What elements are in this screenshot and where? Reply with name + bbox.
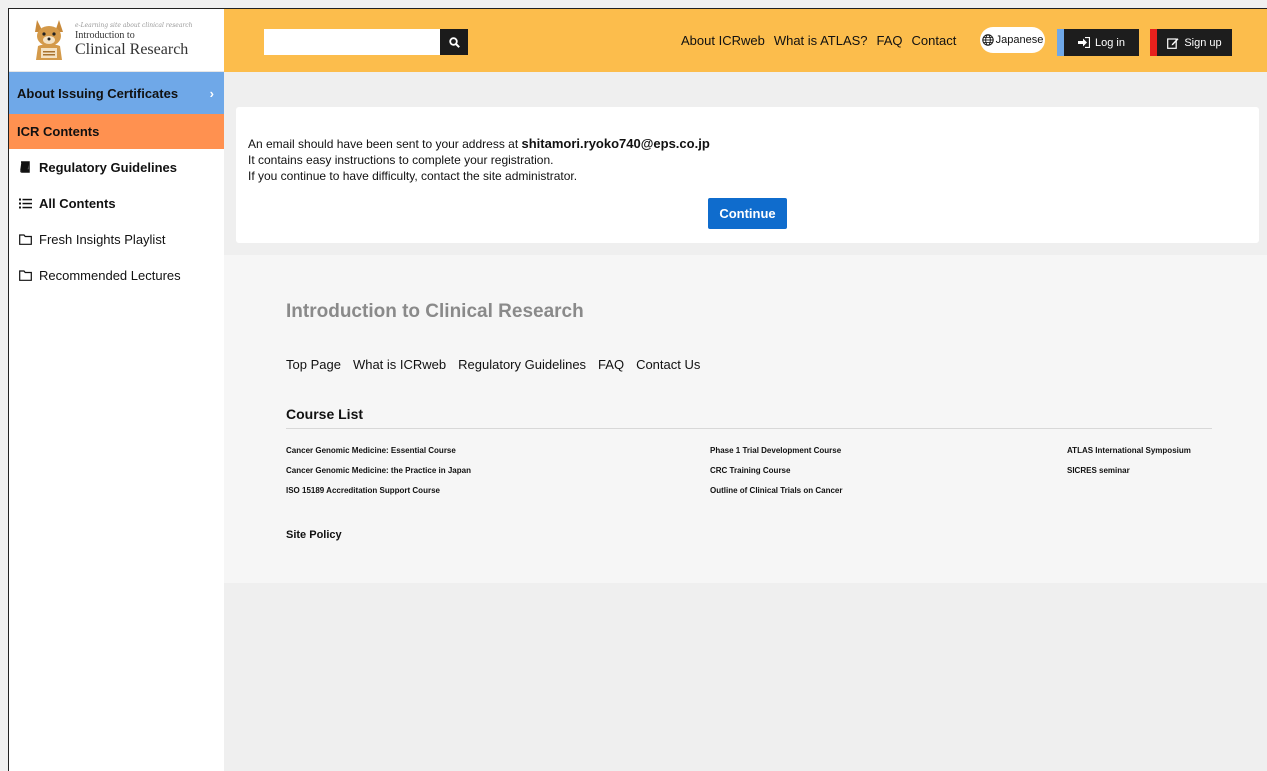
nav-link-contact[interactable]: Contact bbox=[912, 33, 957, 48]
app-frame: e-Learning site about clinical research … bbox=[8, 8, 1267, 771]
top-header: About ICRweb What is ATLAS? FAQ Contact … bbox=[224, 9, 1267, 72]
confirmation-message-card: An email should have been sent to your a… bbox=[236, 107, 1259, 243]
sidebar-item-label: All Contents bbox=[39, 195, 116, 211]
language-toggle[interactable]: Japanese bbox=[980, 27, 1045, 53]
footer-link-top-page[interactable]: Top Page bbox=[286, 357, 341, 372]
footer-link-faq[interactable]: FAQ bbox=[598, 357, 624, 372]
sign-in-icon bbox=[1078, 37, 1090, 48]
sidebar-item-recommended-lectures[interactable]: Recommended Lectures bbox=[9, 257, 224, 293]
message-line-1: An email should have been sent to your a… bbox=[248, 136, 1247, 152]
sidebar-item-label: About Issuing Certificates bbox=[17, 85, 179, 101]
continue-button[interactable]: Continue bbox=[708, 198, 787, 229]
footer-link-contact-us[interactable]: Contact Us bbox=[636, 357, 700, 372]
course-link[interactable]: SICRES seminar bbox=[1067, 461, 1191, 481]
folder-icon bbox=[18, 269, 32, 281]
login-label: Log in bbox=[1095, 36, 1125, 49]
sidebar-item-fresh-insights-playlist[interactable]: Fresh Insights Playlist bbox=[9, 221, 224, 257]
nav-link-faq[interactable]: FAQ bbox=[877, 33, 903, 48]
course-link[interactable]: ATLAS International Symposium bbox=[1067, 441, 1191, 461]
sidebar-item-regulatory-guidelines[interactable]: Regulatory Guidelines bbox=[9, 149, 224, 185]
course-link[interactable]: CRC Training Course bbox=[710, 461, 842, 481]
book-icon bbox=[18, 161, 32, 173]
site-policy-link[interactable]: Site Policy bbox=[286, 529, 342, 541]
edit-icon bbox=[1167, 37, 1179, 49]
nav-link-about-icrweb[interactable]: About ICRweb bbox=[681, 33, 765, 48]
sidebar: e-Learning site about clinical research … bbox=[9, 9, 224, 771]
search-button[interactable] bbox=[440, 29, 468, 55]
language-label: Japanese bbox=[995, 34, 1044, 46]
logo-tagline: e-Learning site about clinical research bbox=[75, 21, 193, 29]
message-prefix: An email should have been sent to your a… bbox=[248, 137, 522, 151]
search-bar bbox=[264, 29, 468, 55]
sidebar-item-label: Regulatory Guidelines bbox=[39, 159, 177, 175]
sidebar-section-icr-contents[interactable]: ICR Contents bbox=[9, 114, 224, 149]
logo-title: Clinical Research bbox=[75, 40, 189, 58]
message-line-3: If you continue to have difficulty, cont… bbox=[248, 169, 578, 183]
course-link[interactable]: Phase 1 Trial Development Course bbox=[710, 441, 842, 461]
login-button[interactable]: Log in bbox=[1057, 29, 1139, 56]
chevron-right-icon: › bbox=[209, 85, 214, 101]
course-link[interactable]: Cancer Genomic Medicine: the Practice in… bbox=[286, 461, 471, 481]
course-column-2: Phase 1 Trial Development Course CRC Tra… bbox=[710, 441, 842, 501]
footer-links: Top Page What is ICRweb Regulatory Guide… bbox=[286, 357, 700, 372]
signup-label: Sign up bbox=[1184, 36, 1222, 49]
course-link[interactable]: Cancer Genomic Medicine: Essential Cours… bbox=[286, 441, 471, 461]
divider bbox=[286, 428, 1212, 429]
sidebar-item-label: Fresh Insights Playlist bbox=[39, 231, 166, 247]
footer-title: Introduction to Clinical Research bbox=[286, 301, 584, 322]
footer-link-regulatory-guidelines[interactable]: Regulatory Guidelines bbox=[458, 357, 586, 372]
sidebar-item-about-certificates[interactable]: About Issuing Certificates › bbox=[9, 72, 224, 114]
nav-link-what-is-atlas[interactable]: What is ATLAS? bbox=[774, 33, 868, 48]
search-icon bbox=[448, 36, 460, 48]
list-icon bbox=[18, 198, 32, 209]
site-logo[interactable]: e-Learning site about clinical research … bbox=[9, 9, 224, 72]
globe-icon bbox=[981, 34, 994, 46]
course-column-3: ATLAS International Symposium SICRES sem… bbox=[1067, 441, 1191, 481]
course-link[interactable]: Outline of Clinical Trials on Cancer bbox=[710, 481, 842, 501]
course-list-heading: Course List bbox=[286, 406, 364, 422]
sidebar-item-all-contents[interactable]: All Contents bbox=[9, 185, 224, 221]
top-nav: About ICRweb What is ATLAS? FAQ Contact bbox=[681, 33, 956, 48]
message-line-2: It contains easy instructions to complet… bbox=[248, 153, 554, 167]
folder-icon bbox=[18, 233, 32, 245]
course-link[interactable]: ISO 15189 Accreditation Support Course bbox=[286, 481, 471, 501]
sidebar-item-label: Recommended Lectures bbox=[39, 267, 181, 283]
dog-mascot-icon bbox=[35, 20, 63, 60]
user-email: shitamori.ryoko740@eps.co.jp bbox=[521, 136, 710, 151]
signup-button[interactable]: Sign up bbox=[1150, 29, 1232, 56]
search-input[interactable] bbox=[264, 29, 440, 55]
site-footer: Introduction to Clinical Research Top Pa… bbox=[224, 255, 1267, 583]
footer-link-what-is-icrweb[interactable]: What is ICRweb bbox=[353, 357, 446, 372]
course-column-1: Cancer Genomic Medicine: Essential Cours… bbox=[286, 441, 471, 501]
sidebar-item-label: ICR Contents bbox=[17, 124, 100, 139]
logo-subtitle: Introduction to bbox=[75, 29, 135, 41]
